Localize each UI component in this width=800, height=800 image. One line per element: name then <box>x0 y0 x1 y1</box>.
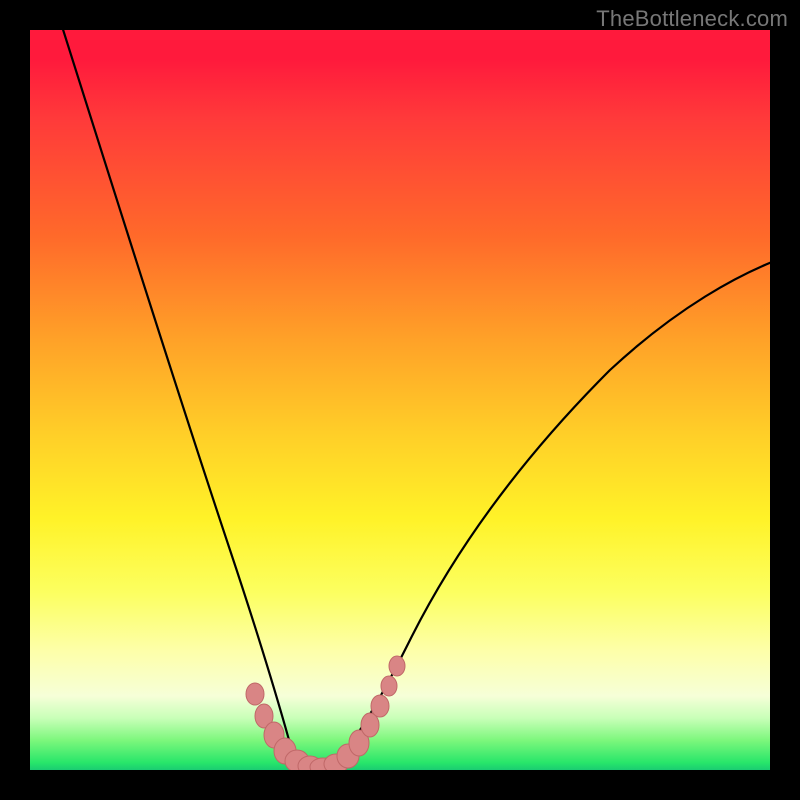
plot-area <box>30 30 770 770</box>
chart-frame: TheBottleneck.com <box>0 0 800 800</box>
marker <box>371 695 389 717</box>
curve-svg <box>30 30 770 770</box>
watermark-text: TheBottleneck.com <box>596 6 788 32</box>
marker <box>389 656 405 676</box>
marker <box>381 676 397 696</box>
marker <box>246 683 264 705</box>
curve-left-branch <box>60 30 310 767</box>
